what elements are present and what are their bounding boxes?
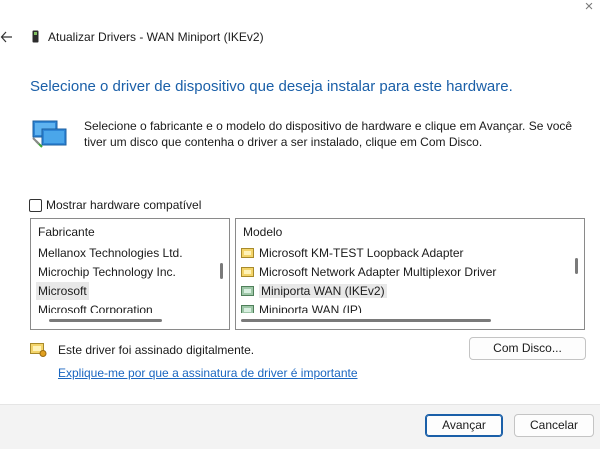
driver-icon bbox=[241, 267, 254, 277]
window-title: Atualizar Drivers - WAN Miniport (IKEv2) bbox=[48, 30, 264, 44]
cancel-button[interactable]: Cancelar bbox=[514, 414, 594, 437]
horizontal-scrollbar[interactable] bbox=[49, 319, 162, 322]
have-disk-button[interactable]: Com Disco... bbox=[469, 337, 586, 360]
list-item[interactable]: Microsoft Network Adapter Multiplexor Dr… bbox=[241, 263, 496, 281]
show-compatible-checkbox[interactable] bbox=[29, 198, 42, 212]
horizontal-scrollbar[interactable] bbox=[241, 319, 491, 322]
close-icon[interactable]: × bbox=[579, 0, 599, 16]
driver-icon bbox=[241, 248, 254, 258]
list-item-selected[interactable]: Microsoft bbox=[36, 282, 89, 300]
show-compatible-label[interactable]: Mostrar hardware compatível bbox=[46, 198, 201, 212]
list-item-selected[interactable]: Miniporta WAN (IKEv2) bbox=[241, 282, 387, 300]
vertical-scrollbar[interactable] bbox=[575, 258, 578, 274]
list-item[interactable]: Mellanox Technologies Ltd. bbox=[38, 244, 183, 262]
dialog-footer bbox=[0, 404, 600, 449]
manufacturer-header: Fabricante bbox=[38, 225, 95, 239]
manufacturer-list[interactable]: Fabricante Mellanox Technologies Ltd. Mi… bbox=[30, 218, 230, 330]
driver-icon bbox=[241, 286, 254, 296]
next-button[interactable]: Avançar bbox=[425, 414, 503, 437]
model-header: Modelo bbox=[243, 225, 283, 239]
list-item[interactable]: Microsoft KM-TEST Loopback Adapter bbox=[241, 244, 464, 262]
device-icon bbox=[32, 30, 39, 43]
list-item-label: Microsoft Network Adapter Multiplexor Dr… bbox=[259, 265, 497, 279]
instructions-text: Selecione o fabricante e o modelo do dis… bbox=[84, 119, 573, 149]
page-heading: Selecione o driver de dispositivo que de… bbox=[30, 78, 513, 95]
model-list[interactable]: Modelo Microsoft KM-TEST Loopback Adapte… bbox=[235, 218, 585, 330]
list-item[interactable]: Microchip Technology Inc. bbox=[38, 263, 176, 281]
network-adapter-icon bbox=[32, 120, 67, 148]
signature-info-link[interactable]: Explique-me por que a assinatura de driv… bbox=[58, 366, 358, 380]
list-item-label: Miniporta WAN (IKEv2) bbox=[259, 284, 387, 298]
back-arrow-icon[interactable] bbox=[0, 29, 14, 45]
vertical-scrollbar[interactable] bbox=[220, 263, 223, 279]
signed-driver-icon bbox=[30, 343, 47, 357]
list-item-label: Microsoft KM-TEST Loopback Adapter bbox=[259, 246, 464, 260]
show-compatible-row[interactable]: Mostrar hardware compatível bbox=[29, 197, 201, 213]
signed-status-text: Este driver foi assinado digitalmente. bbox=[58, 343, 255, 357]
